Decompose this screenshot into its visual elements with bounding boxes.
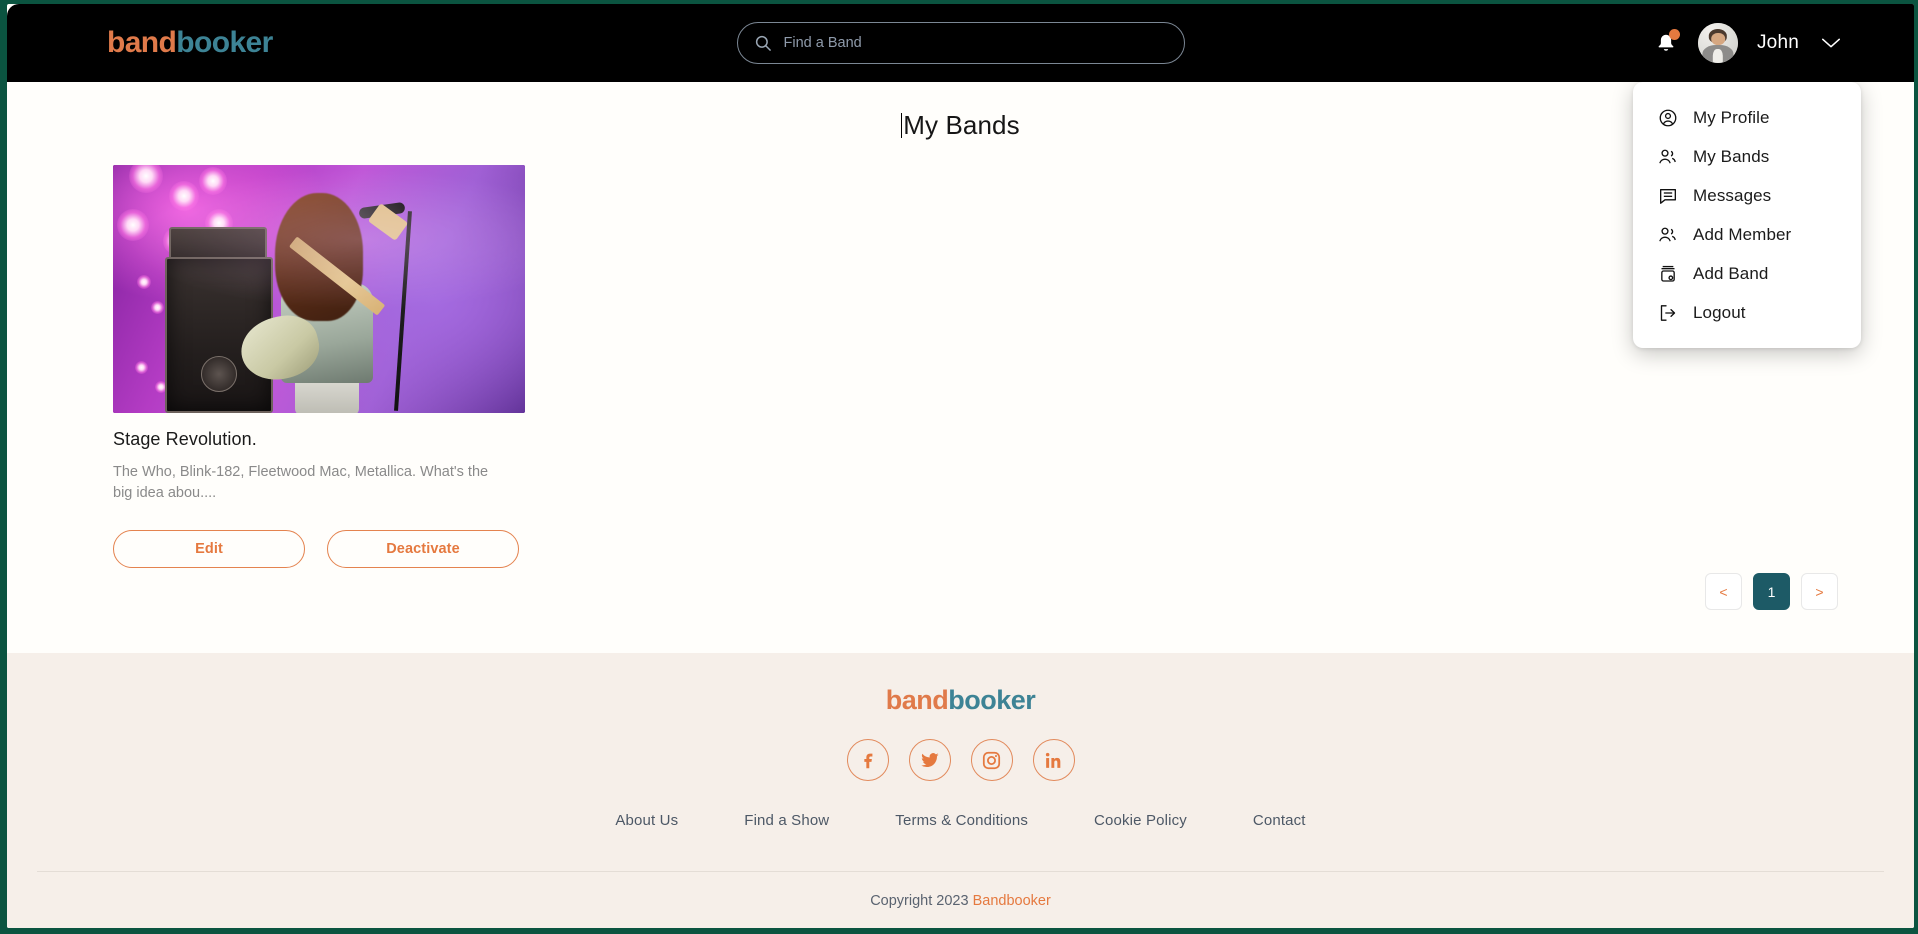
- menu-item-label: Add Band: [1693, 263, 1769, 283]
- footer-logo-text-band: band: [885, 685, 949, 715]
- menu-item-label: My Profile: [1693, 107, 1770, 127]
- logo-text-band: band: [107, 26, 177, 59]
- archive-box-icon: [1657, 263, 1678, 284]
- search-input[interactable]: [783, 35, 1168, 51]
- footer-divider: [37, 871, 1884, 872]
- user-name-label: John: [1756, 32, 1799, 53]
- menu-item-label: My Bands: [1693, 146, 1770, 166]
- search-icon: [754, 34, 772, 52]
- band-card-actions: Edit Deactivate: [113, 530, 525, 569]
- linkedin-icon[interactable]: [1032, 739, 1075, 781]
- user-dropdown-menu: My Profile My Bands Messages Add Member …: [1633, 82, 1861, 348]
- facebook-icon[interactable]: [846, 739, 889, 781]
- band-card: Stage Revolution. The Who, Blink-182, Fl…: [113, 165, 525, 569]
- users-icon: [1657, 224, 1678, 245]
- page-title: My Bands: [7, 82, 1914, 141]
- pagination: < 1 >: [1705, 573, 1838, 610]
- band-description: The Who, Blink-182, Fleetwood Mac, Metal…: [113, 464, 489, 502]
- stage-haze: [113, 165, 525, 413]
- menu-item-add-band[interactable]: Add Band: [1633, 254, 1861, 293]
- users-icon: [1657, 146, 1678, 167]
- search-container: [736, 22, 1185, 64]
- footer-link-find-a-show[interactable]: Find a Show: [744, 812, 829, 829]
- menu-item-add-member[interactable]: Add Member: [1633, 215, 1861, 254]
- logo-text-booker: booker: [176, 26, 273, 59]
- notification-badge-dot: [1668, 29, 1680, 40]
- top-navigation-bar: bandbooker Find a Band John: [7, 4, 1914, 82]
- footer-link-about-us[interactable]: About Us: [615, 812, 678, 829]
- copyright-brand-link[interactable]: Bandbooker: [973, 893, 1051, 909]
- menu-item-label: Messages: [1693, 185, 1772, 205]
- menu-item-my-bands[interactable]: My Bands: [1633, 137, 1861, 176]
- menu-item-logout[interactable]: Logout: [1633, 293, 1861, 332]
- deactivate-button[interactable]: Deactivate: [327, 530, 519, 569]
- pagination-page-1[interactable]: 1: [1753, 573, 1790, 610]
- page-root: bandbooker Find a Band John My Profile M…: [7, 4, 1914, 928]
- chevron-down-icon[interactable]: [1820, 36, 1842, 50]
- header-user-area: John: [1653, 4, 1842, 82]
- brand-logo[interactable]: bandbooker: [107, 28, 273, 58]
- social-links: [846, 739, 1075, 781]
- main-content: My Bands Stage Revolution. The Who, Blin…: [7, 82, 1914, 653]
- avatar[interactable]: [1697, 23, 1738, 63]
- menu-item-label: Logout: [1693, 302, 1746, 322]
- menu-item-label: Add Member: [1693, 224, 1792, 244]
- footer-links: About Us Find a Show Terms & Conditions …: [615, 812, 1305, 829]
- band-name: Stage Revolution.: [113, 429, 257, 449]
- message-square-icon: [1657, 185, 1678, 206]
- edit-button[interactable]: Edit: [113, 530, 305, 569]
- pagination-prev-button[interactable]: <: [1705, 573, 1742, 610]
- menu-item-my-profile[interactable]: My Profile: [1633, 98, 1861, 137]
- avatar-shirt: [1712, 48, 1724, 63]
- footer-logo-text-booker: booker: [948, 685, 1036, 715]
- footer-brand-logo[interactable]: bandbooker: [886, 687, 1036, 714]
- user-circle-icon: [1657, 107, 1678, 128]
- footer-link-cookie-policy[interactable]: Cookie Policy: [1094, 812, 1187, 829]
- logout-icon: [1657, 302, 1678, 323]
- twitter-icon[interactable]: [908, 739, 951, 781]
- avatar-face: [1711, 32, 1725, 45]
- footer-link-terms-conditions[interactable]: Terms & Conditions: [895, 812, 1028, 829]
- search-box[interactable]: [736, 22, 1185, 64]
- site-footer: bandbooker About Us Find a Show Terms & …: [7, 653, 1914, 928]
- footer-link-contact[interactable]: Contact: [1253, 812, 1306, 829]
- pagination-next-button[interactable]: >: [1801, 573, 1838, 610]
- menu-item-messages[interactable]: Messages: [1633, 176, 1861, 215]
- page-title-text: My Bands: [903, 110, 1020, 140]
- bands-grid: Stage Revolution. The Who, Blink-182, Fl…: [7, 165, 1914, 569]
- copyright-notice: Copyright 2023 Bandbooker: [7, 893, 1914, 909]
- browser-viewport: bandbooker Find a Band John My Profile M…: [0, 0, 1918, 934]
- notifications-button[interactable]: [1653, 29, 1680, 57]
- instagram-icon[interactable]: [970, 739, 1013, 781]
- copyright-text: Copyright 2023: [870, 893, 973, 909]
- band-photo[interactable]: [113, 165, 525, 413]
